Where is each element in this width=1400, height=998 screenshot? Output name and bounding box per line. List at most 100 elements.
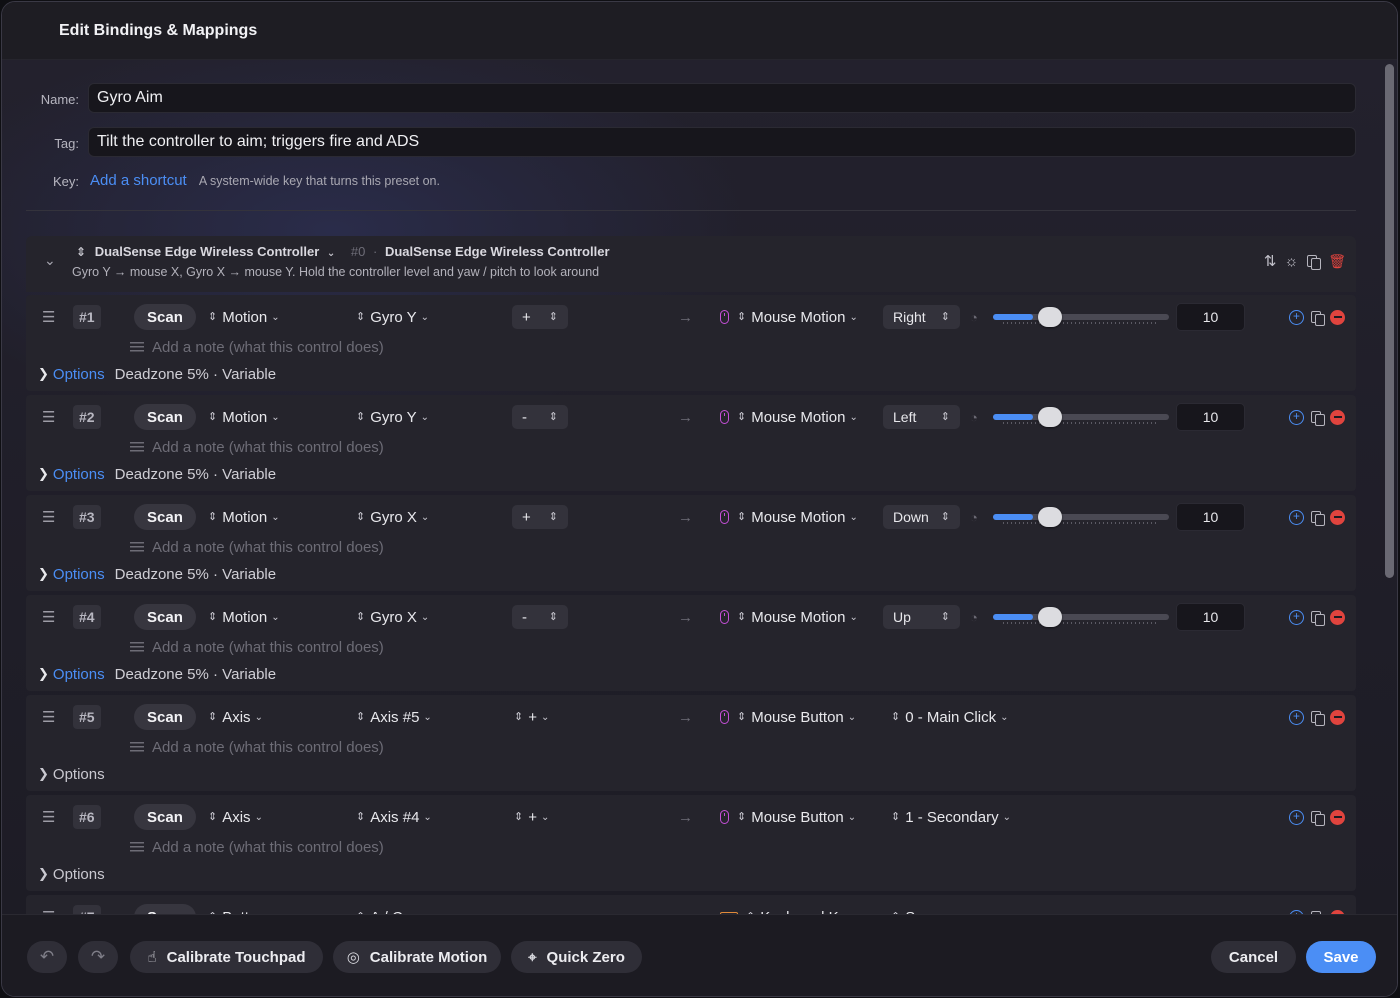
speed-value-input[interactable]: 10: [1176, 403, 1245, 431]
source-select[interactable]: ⇕ Axis #5 ⌄: [356, 705, 432, 729]
copy-icon[interactable]: [1310, 510, 1325, 526]
scrollbar[interactable]: [1385, 64, 1394, 578]
sign-select[interactable]: ⇕ + ⌄: [514, 705, 549, 729]
drag-handle-icon[interactable]: ☰: [42, 305, 55, 329]
direction-select[interactable]: Down ⇕: [883, 505, 960, 529]
cancel-button[interactable]: Cancel: [1211, 941, 1296, 973]
slider-knob[interactable]: [1038, 507, 1062, 527]
scan-button[interactable]: Scan: [134, 704, 196, 730]
source-type-select[interactable]: ⇕ Motion ⌄: [208, 305, 280, 329]
target-select[interactable]: ⇕ 0 - Main Click ⌄: [891, 705, 1008, 729]
redo-button[interactable]: ↷: [78, 941, 118, 973]
slider-knob[interactable]: [1038, 607, 1062, 627]
add-icon[interactable]: +: [1289, 509, 1304, 525]
sign-select[interactable]: + ⇕: [512, 505, 568, 529]
direction-select[interactable]: Left ⇕: [883, 405, 960, 429]
add-icon[interactable]: +: [1289, 609, 1304, 625]
options-toggle[interactable]: ❯ Options Deadzone 5% · Variable: [38, 562, 276, 586]
tag-input[interactable]: [88, 127, 1356, 157]
scan-button[interactable]: Scan: [134, 804, 196, 830]
drag-handle-icon[interactable]: ☰: [42, 605, 55, 629]
remove-icon[interactable]: [1330, 309, 1345, 325]
scan-button[interactable]: Scan: [134, 504, 196, 530]
speed-slider[interactable]: [993, 405, 1169, 429]
note-input[interactable]: Add a note (what this control does): [130, 735, 384, 759]
target-type-select[interactable]: ⇕ Mouse Button ⌄: [720, 705, 856, 729]
copy-icon[interactable]: [1310, 710, 1325, 726]
collapse-chevron-icon[interactable]: ⌄: [44, 252, 56, 269]
drag-handle-icon[interactable]: ☰: [42, 405, 55, 429]
copy-icon[interactable]: [1310, 610, 1325, 626]
add-icon[interactable]: +: [1289, 709, 1304, 725]
source-type-select[interactable]: ⇕ Axis ⌄: [208, 805, 263, 829]
note-input[interactable]: Add a note (what this control does): [130, 635, 384, 659]
name-input[interactable]: [88, 83, 1356, 113]
note-input[interactable]: Add a note (what this control does): [130, 535, 384, 559]
drag-handle-icon[interactable]: ☰: [42, 705, 55, 729]
slider-knob[interactable]: [1038, 407, 1062, 427]
speed-slider[interactable]: [993, 505, 1169, 529]
direction-select[interactable]: Up ⇕: [883, 605, 960, 629]
target-type-select[interactable]: ⇕ Mouse Motion ⌄: [720, 405, 858, 429]
sign-select[interactable]: + ⇕: [512, 305, 568, 329]
trash-icon[interactable]: 🗑: [1328, 253, 1346, 270]
remove-icon[interactable]: [1330, 609, 1345, 625]
add-icon[interactable]: +: [1289, 409, 1304, 425]
remove-icon[interactable]: [1330, 509, 1345, 525]
source-type-select[interactable]: ⇕ Motion ⌄: [208, 405, 280, 429]
copy-icon[interactable]: [1310, 310, 1325, 326]
target-type-select[interactable]: ⇕ Mouse Motion ⌄: [720, 605, 858, 629]
quick-zero-button[interactable]: ⌖ Quick Zero: [511, 941, 642, 973]
scan-button[interactable]: Scan: [134, 604, 196, 630]
speed-slider[interactable]: [993, 605, 1169, 629]
note-input[interactable]: Add a note (what this control does): [130, 435, 384, 459]
remove-icon[interactable]: [1330, 709, 1345, 725]
speed-value-input[interactable]: 10: [1176, 603, 1245, 631]
drag-handle-icon[interactable]: ☰: [42, 505, 55, 529]
sign-select[interactable]: - ⇕: [512, 605, 568, 629]
device-select[interactable]: DualSense Edge Wireless Controller: [95, 244, 320, 259]
add-icon[interactable]: +: [1289, 309, 1304, 325]
options-toggle[interactable]: ❯ Options Deadzone 5% · Variable: [38, 662, 276, 686]
drag-handle-icon[interactable]: ☰: [42, 805, 55, 829]
options-toggle[interactable]: ❯ Options Deadzone 5% · Variable: [38, 362, 276, 386]
copy-icon[interactable]: [1310, 810, 1325, 826]
speed-value-input[interactable]: 10: [1176, 303, 1245, 331]
slider-knob[interactable]: [1038, 307, 1062, 327]
source-type-select[interactable]: ⇕ Motion ⌄: [208, 605, 280, 629]
note-input[interactable]: Add a note (what this control does): [130, 335, 384, 359]
remove-icon[interactable]: [1330, 809, 1345, 825]
target-type-select[interactable]: ⇕ Mouse Button ⌄: [720, 805, 856, 829]
remove-icon[interactable]: [1330, 409, 1345, 425]
undo-button[interactable]: ↶: [27, 941, 67, 973]
target-type-select[interactable]: ⇕ Mouse Motion ⌄: [720, 505, 858, 529]
sign-select[interactable]: - ⇕: [512, 405, 568, 429]
source-select[interactable]: ⇕ Gyro Y ⌄: [356, 305, 429, 329]
source-select[interactable]: ⇕ Gyro Y ⌄: [356, 405, 429, 429]
options-toggle[interactable]: ❯ Options: [38, 862, 105, 886]
options-toggle[interactable]: ❯ Options Deadzone 5% · Variable: [38, 462, 276, 486]
target-select[interactable]: ⇕ 1 - Secondary ⌄: [891, 805, 1011, 829]
swap-icon[interactable]: ⇅: [1264, 252, 1277, 270]
sign-select[interactable]: ⇕ + ⌄: [514, 805, 549, 829]
calibrate-touchpad-button[interactable]: ☝ Calibrate Touchpad: [130, 941, 323, 973]
save-button[interactable]: Save: [1306, 941, 1376, 973]
note-input[interactable]: Add a note (what this control does): [130, 835, 384, 859]
copy-icon[interactable]: [1310, 410, 1325, 426]
target-type-select[interactable]: ⇕ Mouse Motion ⌄: [720, 305, 858, 329]
options-toggle[interactable]: ❯ Options: [38, 762, 105, 786]
source-type-select[interactable]: ⇕ Motion ⌄: [208, 505, 280, 529]
copy-icon[interactable]: [1306, 254, 1322, 270]
source-select[interactable]: ⇕ Gyro X ⌄: [356, 605, 429, 629]
add-shortcut-link[interactable]: Add a shortcut: [90, 172, 187, 189]
speed-value-input[interactable]: 10: [1176, 503, 1245, 531]
direction-select[interactable]: Right ⇕: [883, 305, 960, 329]
add-icon[interactable]: +: [1289, 809, 1304, 825]
speed-slider[interactable]: [993, 305, 1169, 329]
calibrate-motion-button[interactable]: ◎ Calibrate Motion: [333, 941, 501, 973]
scan-button[interactable]: Scan: [134, 404, 196, 430]
source-select[interactable]: ⇕ Gyro X ⌄: [356, 505, 429, 529]
scan-button[interactable]: Scan: [134, 304, 196, 330]
source-select[interactable]: ⇕ Axis #4 ⌄: [356, 805, 432, 829]
source-type-select[interactable]: ⇕ Axis ⌄: [208, 705, 263, 729]
